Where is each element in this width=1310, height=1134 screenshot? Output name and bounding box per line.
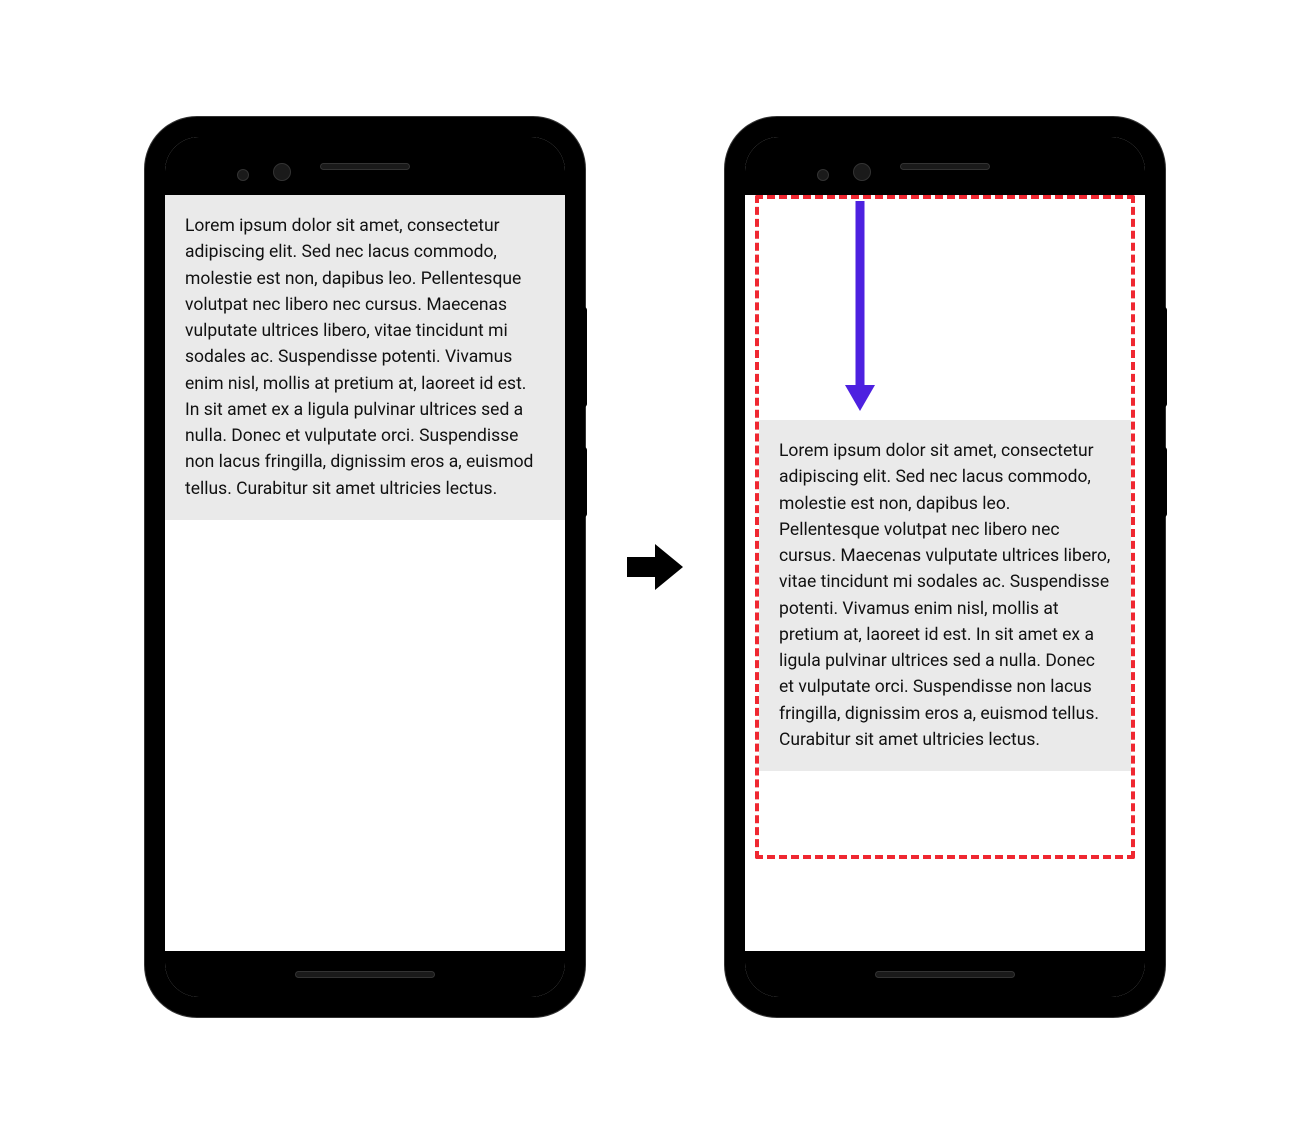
phone-top-bar	[745, 137, 1145, 195]
phone-screen: Lorem ipsum dolor sit amet, consectetur …	[745, 137, 1145, 997]
phone-sensor-icon	[237, 169, 249, 181]
phone-speaker-icon	[295, 971, 435, 978]
right-arrow-icon	[625, 542, 685, 592]
phone-side-button	[583, 447, 587, 517]
phone-viewport: Lorem ipsum dolor sit amet, consectetur …	[165, 195, 565, 951]
content-text-block: Lorem ipsum dolor sit amet, consectetur …	[759, 420, 1131, 771]
phone-speaker-icon	[875, 971, 1015, 978]
phone-side-button	[583, 307, 587, 407]
phone-side-button	[1163, 447, 1167, 517]
phone-camera-icon	[853, 163, 871, 181]
phone-speaker-icon	[320, 163, 410, 170]
phone-side-button	[1163, 307, 1167, 407]
phone-mockup-after: Lorem ipsum dolor sit amet, consectetur …	[725, 117, 1165, 1017]
phone-sensor-icon	[817, 169, 829, 181]
phone-top-bar	[165, 137, 565, 195]
content-text-block: Lorem ipsum dolor sit amet, consectetur …	[165, 195, 565, 520]
diagram-container: Lorem ipsum dolor sit amet, consectetur …	[145, 117, 1165, 1017]
phone-bezel: Lorem ipsum dolor sit amet, consectetur …	[157, 129, 573, 1005]
phone-viewport: Lorem ipsum dolor sit amet, consectetur …	[745, 195, 1145, 951]
phone-speaker-icon	[900, 163, 990, 170]
phone-mockup-before: Lorem ipsum dolor sit amet, consectetur …	[145, 117, 585, 1017]
phone-bottom-bar	[165, 951, 565, 997]
phone-screen: Lorem ipsum dolor sit amet, consectetur …	[165, 137, 565, 997]
phone-bottom-bar	[745, 951, 1145, 997]
phone-bezel: Lorem ipsum dolor sit amet, consectetur …	[737, 129, 1153, 1005]
phone-camera-icon	[273, 163, 291, 181]
